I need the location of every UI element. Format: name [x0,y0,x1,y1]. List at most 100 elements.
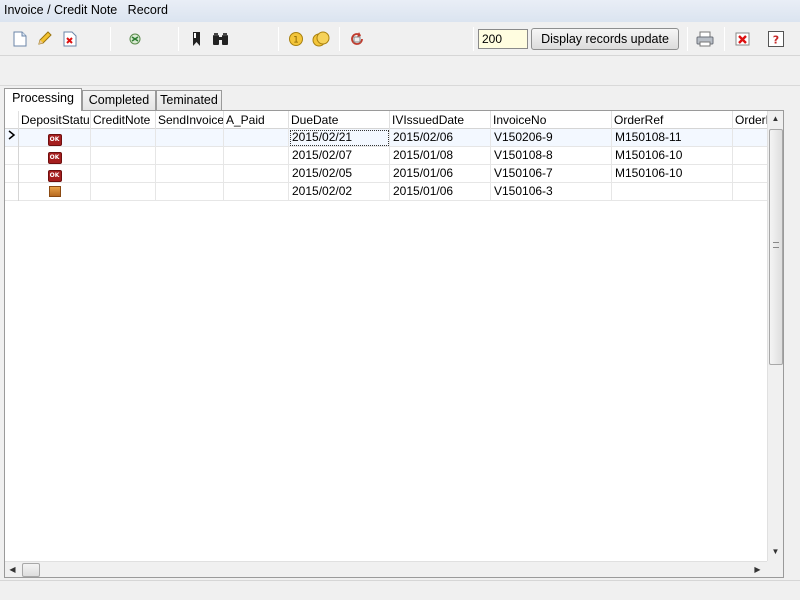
send-invoice-cell[interactable] [156,183,224,201]
grip-icon [773,242,779,248]
row-header[interactable] [5,183,19,201]
table-row[interactable]: OK 2015/02/05 2015/01/06 V150106-7 M1501… [5,165,767,183]
a-paid-cell[interactable] [224,165,289,183]
binoculars-icon[interactable] [212,30,230,48]
scroll-up-icon[interactable]: ▲ [768,114,783,123]
invoice-no-cell[interactable]: V150206-9 [491,129,612,147]
current-row-indicator-icon[interactable] [5,129,19,147]
toolbar-separator [178,27,179,51]
order-n-cell[interactable] [733,183,767,201]
svg-text:1: 1 [293,36,299,46]
scroll-left-icon[interactable]: ◀ [5,565,20,574]
refresh-icon[interactable] [348,30,366,48]
due-date-cell[interactable]: 2015/02/07 [289,147,390,165]
coins-icon[interactable] [312,30,330,48]
deposit-status-cell[interactable]: OK [19,147,91,165]
due-date-cell[interactable]: 2015/02/05 [289,165,390,183]
status-bar [0,580,800,600]
tab-terminated[interactable]: Teminated [156,90,222,110]
send-invoice-cell[interactable] [156,129,224,147]
vertical-scrollbar[interactable]: ▲ ▼ [767,111,783,561]
iv-issued-date-cell[interactable]: 2015/01/08 [390,147,491,165]
iv-issued-date-cell[interactable]: 2015/01/06 [390,183,491,201]
coin-icon[interactable]: 1 [287,30,305,48]
due-date-cell[interactable]: 2015/02/02 [289,183,390,201]
ok-status-icon: OK [47,170,62,182]
toolbar-separator [278,27,279,51]
delete-document-icon[interactable] [61,30,79,48]
close-icon[interactable] [734,30,752,48]
order-n-cell[interactable] [733,129,767,147]
order-n-cell[interactable] [733,165,767,183]
tab-processing[interactable]: Processing [4,88,82,111]
due-date-cell[interactable]: 2015/02/21 [289,129,390,147]
svg-text:?: ? [773,34,779,47]
column-header-send-invoice[interactable]: SendInvoice [156,111,224,129]
order-ref-cell[interactable]: M150106-10 [612,147,733,165]
column-header-invoice-no[interactable]: InvoiceNo [491,111,612,129]
row-header-column [5,111,19,129]
a-paid-cell[interactable] [224,129,289,147]
toolbar: 1 Display records update ? [0,22,800,56]
records-count-input[interactable] [478,29,528,49]
toolbar-separator [339,27,340,51]
column-header-order-ref[interactable]: OrderRef [612,111,733,129]
excel-export-icon[interactable] [126,30,144,48]
filter-band [0,56,800,86]
credit-note-cell[interactable] [91,183,156,201]
deposit-status-cell[interactable] [19,183,91,201]
vertical-scroll-thumb[interactable] [769,129,783,365]
send-invoice-cell[interactable] [156,147,224,165]
toolbar-separator [110,27,111,51]
a-paid-cell[interactable] [224,147,289,165]
column-header-a-paid[interactable]: A_Paid [224,111,289,129]
window-title-bar: Invoice / Credit Note Record [0,0,800,22]
table-row[interactable]: 2015/02/02 2015/01/06 V150106-3 [5,183,767,201]
horizontal-scrollbar[interactable]: ◀ ▶ [5,561,767,577]
credit-note-cell[interactable] [91,147,156,165]
row-header[interactable] [5,147,19,165]
order-ref-cell[interactable]: M150106-10 [612,165,733,183]
toolbar-separator [473,27,474,51]
invoice-no-cell[interactable]: V150108-8 [491,147,612,165]
table-row[interactable]: OK 2015/02/21 2015/02/06 V150206-9 M1501… [5,129,767,147]
scroll-right-icon[interactable]: ▶ [750,565,765,574]
order-n-cell[interactable] [733,147,767,165]
horizontal-scroll-thumb[interactable] [22,563,40,577]
column-header-credit-note[interactable]: CreditNote [91,111,156,129]
order-ref-cell[interactable] [612,183,733,201]
print-icon[interactable] [696,30,714,48]
scroll-down-icon[interactable]: ▼ [768,547,783,556]
ok-status-icon: OK [47,134,62,146]
send-invoice-cell[interactable] [156,165,224,183]
column-header-order-n[interactable]: OrderN [733,111,767,129]
column-header-iv-issued-date[interactable]: IVIssuedDate [390,111,491,129]
iv-issued-date-cell[interactable]: 2015/01/06 [390,165,491,183]
tab-completed[interactable]: Completed [82,90,156,110]
a-paid-cell[interactable] [224,183,289,201]
credit-note-cell[interactable] [91,165,156,183]
deposit-status-cell[interactable]: OK [19,165,91,183]
credit-note-cell[interactable] [91,129,156,147]
order-ref-cell[interactable]: M150108-11 [612,129,733,147]
invoice-no-cell[interactable]: V150106-3 [491,183,612,201]
column-header-deposit-status[interactable]: DepositStatus [19,111,91,129]
package-status-icon [48,186,61,197]
deposit-status-cell[interactable]: OK [19,129,91,147]
window-title: Invoice / Credit Note Record [4,3,168,17]
invoice-no-cell[interactable]: V150106-7 [491,165,612,183]
toolbar-separator [724,27,725,51]
iv-issued-date-cell[interactable]: 2015/02/06 [390,129,491,147]
help-icon[interactable]: ? [767,30,785,48]
display-records-update-button[interactable]: Display records update [531,28,679,50]
ok-status-icon: OK [47,152,62,164]
grid-header: DepositStatus CreditNote SendInvoice A_P… [5,111,767,129]
new-document-icon[interactable] [11,30,29,48]
scrollbar-corner [767,561,783,577]
toolbar-separator [687,27,688,51]
table-row[interactable]: OK 2015/02/07 2015/01/08 V150108-8 M1501… [5,147,767,165]
bookmark-icon[interactable] [188,30,206,48]
edit-pencil-icon[interactable] [35,30,53,48]
row-header[interactable] [5,165,19,183]
column-header-due-date[interactable]: DueDate [289,111,390,129]
